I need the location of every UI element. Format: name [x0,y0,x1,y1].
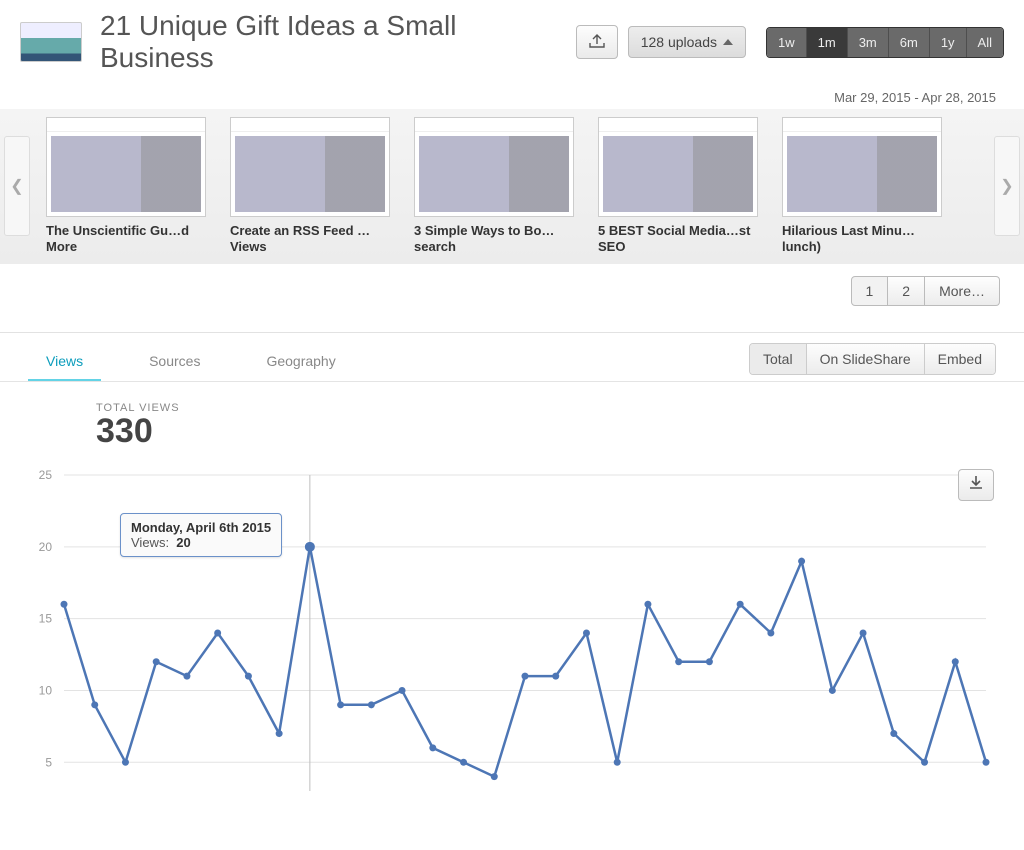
time-range-switch: 1w1m3m6m1yAll [766,27,1004,58]
view-mode-switch: TotalOn SlideShareEmbed [749,343,996,375]
view-mode-on-slideshare[interactable]: On SlideShare [807,344,925,374]
slide-title: The Unscientific Gu…d More [46,223,206,256]
main-tabs: Views Sources Geography [28,343,384,381]
tab-geography[interactable]: Geography [248,343,353,381]
chevron-left-icon: ❮ [10,176,23,196]
slide-card[interactable]: Hilarious Last Minu…lunch) [782,117,942,256]
tooltip-views-value: 20 [176,535,190,550]
slide-title: 5 BEST Social Media…st SEO [598,223,758,256]
carousel-next[interactable]: ❯ [994,136,1020,236]
slide-title: Create an RSS Feed … Views [230,223,390,256]
tooltip-date: Monday, April 6th 2015 [131,520,271,535]
slide-card[interactable]: The Unscientific Gu…d More [46,117,206,256]
slide-thumbnail[interactable] [414,117,574,217]
caret-up-icon [723,39,733,45]
upload-icon [588,33,606,52]
date-range-label: Mar 29, 2015 - Apr 28, 2015 [0,84,1024,109]
view-mode-embed[interactable]: Embed [925,344,995,374]
view-mode-total[interactable]: Total [750,344,807,374]
time-range-6m[interactable]: 6m [889,28,930,57]
uploads-label: 128 uploads [641,34,717,50]
svg-text:5: 5 [45,755,52,769]
time-range-1w[interactable]: 1w [767,28,807,57]
slide-title: Hilarious Last Minu…lunch) [782,223,942,256]
uploads-dropdown[interactable]: 128 uploads [628,26,746,58]
slide-thumbnail[interactable] [230,117,390,217]
carousel-prev[interactable]: ❮ [4,136,30,236]
chart-tooltip: Monday, April 6th 2015 Views: 20 [120,513,282,557]
slide-card[interactable]: 3 Simple Ways to Bo…search [414,117,574,256]
slide-thumbnail[interactable] [598,117,758,217]
time-range-3m[interactable]: 3m [848,28,889,57]
page-title: 21 Unique Gift Ideas a Small Business [100,10,566,74]
slide-title: 3 Simple Ways to Bo…search [414,223,574,256]
time-range-1y[interactable]: 1y [930,28,967,57]
download-icon [969,475,983,494]
chevron-right-icon: ❯ [1000,176,1013,196]
slide-card[interactable]: Create an RSS Feed … Views [230,117,390,256]
tab-views[interactable]: Views [28,343,101,381]
svg-text:20: 20 [39,539,53,553]
svg-text:25: 25 [39,468,53,482]
tab-sources[interactable]: Sources [131,343,218,381]
pager: 12More… [0,264,1024,318]
time-range-1m[interactable]: 1m [807,28,848,57]
slide-thumbnail[interactable] [46,117,206,217]
pager-2[interactable]: 2 [888,276,925,306]
pager-1[interactable]: 1 [851,276,889,306]
slide-card[interactable]: 5 BEST Social Media…st SEO [598,117,758,256]
svg-text:15: 15 [39,611,53,625]
total-views-value: 330 [96,412,988,451]
slides-strip: The Unscientific Gu…d More Create an RSS … [36,117,988,256]
slide-thumbnail[interactable] [782,117,942,217]
presentation-thumbnail[interactable] [20,22,82,62]
time-range-all[interactable]: All [967,28,1003,57]
download-chart-button[interactable] [958,469,994,501]
tooltip-views-label: Views: [131,535,169,550]
pager-more[interactable]: More… [925,276,1000,306]
upload-button[interactable] [576,25,618,59]
svg-text:10: 10 [39,683,53,697]
